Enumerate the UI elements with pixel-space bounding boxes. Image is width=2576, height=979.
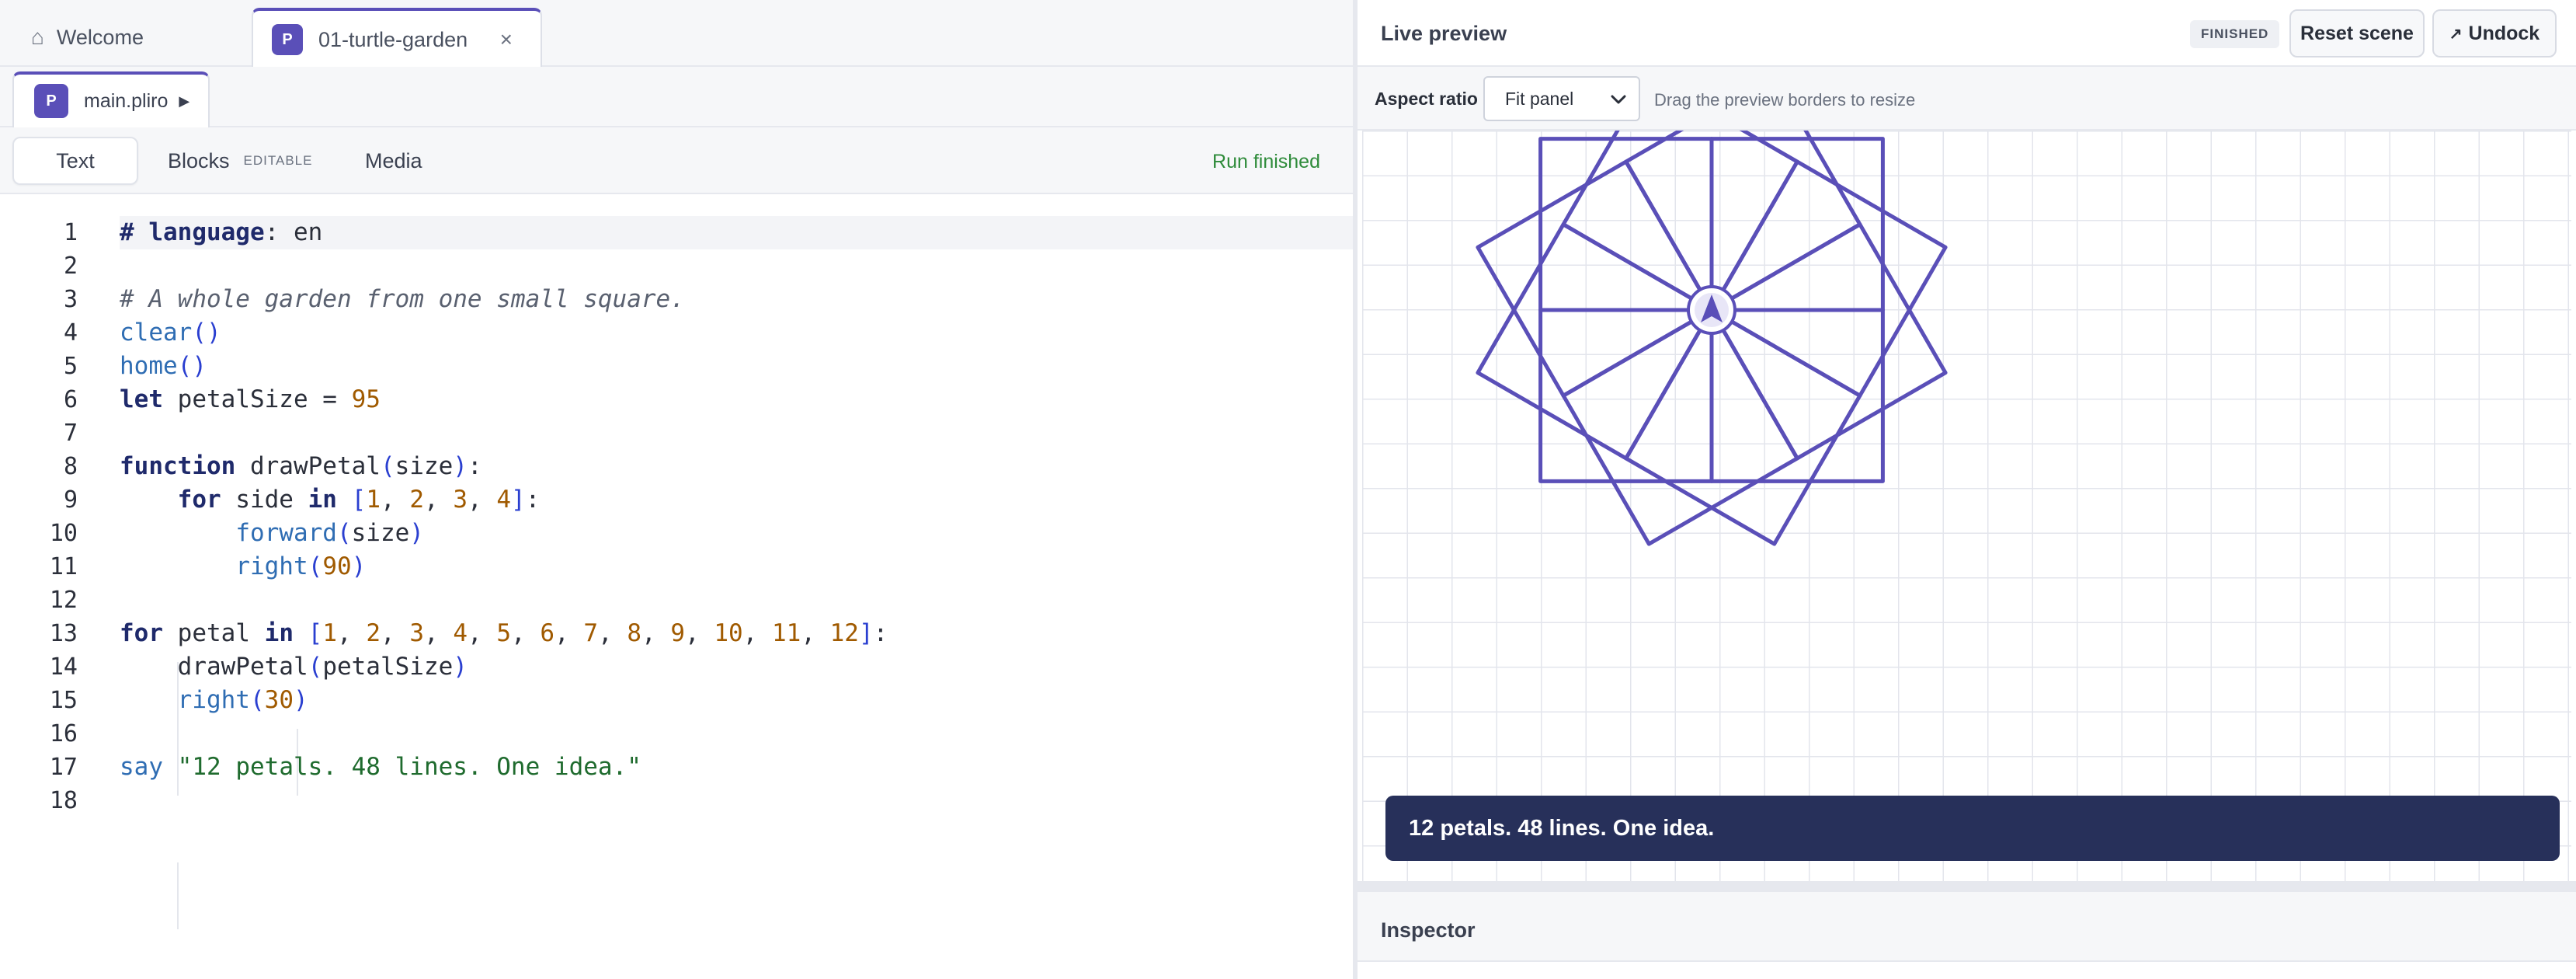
code-area[interactable]: # language: en # A whole garden from one… (120, 194, 1353, 979)
code-line: # language: en (120, 216, 1353, 249)
inspector-title: Inspector (1381, 918, 1476, 942)
inspector-body (1358, 960, 2576, 979)
line-number: 3 (63, 286, 78, 313)
turtle-icon (1687, 285, 1736, 335)
tab-text[interactable]: Text (12, 137, 138, 185)
aspect-ratio-value: Fit panel (1505, 88, 1574, 109)
code-line: # A whole garden from one small square. (120, 285, 685, 313)
reset-scene-label: Reset scene (2300, 22, 2414, 44)
inspector-resize-handle[interactable] (1358, 881, 2576, 892)
petal-square (1624, 308, 1862, 546)
aspect-bar: Aspect ratio Fit panel Drag the preview … (1358, 67, 2576, 131)
line-number: 4 (63, 319, 78, 347)
preview-title: Live preview (1381, 22, 1507, 45)
line-number: 9 (63, 486, 78, 514)
code-line: for petal in [1, 2, 3, 4, 5, 6, 7, 8, 9,… (120, 619, 888, 647)
code-line: say "12 petals. 48 lines. One idea." (120, 753, 641, 781)
line-number: 15 (49, 687, 78, 714)
project-badge-icon: P (272, 24, 303, 55)
preview-pane: Live preview FINISHED Reset scene ↗ Undo… (1358, 0, 2576, 979)
tab-welcome-label: Welcome (56, 25, 144, 49)
preview-header: Live preview FINISHED Reset scene ↗ Undo… (1358, 0, 2576, 67)
run-status: Run finished (1212, 151, 1320, 172)
line-number: 1 (63, 219, 78, 246)
code-line: for side in [1, 2, 3, 4]: (177, 486, 541, 514)
tab-welcome[interactable]: ⌂ Welcome (31, 8, 249, 67)
petal-square (1561, 131, 1799, 312)
undock-label: Undock (2468, 22, 2540, 44)
editor-pane: ⌂ Welcome P 01-turtle-garden × P main.pl… (0, 0, 1353, 979)
line-number: 10 (49, 520, 78, 547)
editable-tag: EDITABLE (243, 153, 313, 168)
file-tab-bar: P main.pliro ▶ (0, 67, 1353, 127)
status-badge: FINISHED (2190, 20, 2280, 48)
line-number: 13 (49, 620, 78, 647)
file-badge-icon: P (34, 84, 68, 118)
undock-button[interactable]: ↗ Undock (2432, 9, 2557, 57)
line-number: 12 (49, 587, 78, 614)
line-number: 14 (49, 653, 78, 681)
preview-canvas[interactable]: 12 petals. 48 lines. One idea. (1362, 131, 2571, 881)
code-line: home() (120, 352, 207, 380)
code-line: drawPetal(petalSize) (120, 653, 468, 681)
editor-mode-bar: Text Blocks EDITABLE Media Run finished (0, 127, 1353, 194)
petal-square (1476, 159, 1714, 398)
home-icon: ⌂ (31, 25, 44, 49)
petal-square (1709, 159, 1948, 398)
say-bubble: 12 petals. 48 lines. One idea. (1385, 796, 2560, 861)
inspector-panel: Inspector (1358, 892, 2576, 979)
file-tab-main[interactable]: P main.pliro ▶ (12, 71, 210, 127)
petal-square (1709, 222, 1948, 461)
tab-blocks-label: Blocks (168, 148, 230, 172)
petal-square (1624, 131, 1862, 312)
aspect-ratio-select[interactable]: Fit panel (1483, 76, 1640, 121)
aspect-hint: Drag the preview borders to resize (1654, 90, 1916, 110)
code-line: let petalSize = 95 (120, 385, 381, 413)
close-icon[interactable]: × (500, 27, 513, 52)
file-name: main.pliro (84, 89, 169, 112)
line-number: 16 (49, 720, 78, 747)
tab-media[interactable]: Media (365, 137, 422, 185)
line-number-gutter: 1 2 3 4 5 6 7 8 9 10 11 12 13 14 15 16 17 18 (0, 194, 120, 979)
indent-guide (177, 862, 179, 929)
line-number: 8 (63, 453, 78, 480)
reset-scene-button[interactable]: Reset scene (2289, 9, 2425, 57)
turtle-drawing (1476, 131, 1948, 546)
code-line: clear() (120, 319, 221, 347)
petal-square (1476, 222, 1714, 461)
aspect-ratio-label: Aspect ratio (1375, 89, 1478, 109)
line-number: 11 (49, 553, 78, 580)
code-editor[interactable]: 1 2 3 4 5 6 7 8 9 10 11 12 13 14 15 16 17 18 # language: … (0, 194, 1353, 979)
line-number: 6 (63, 386, 78, 413)
code-line: right(30) (177, 686, 308, 714)
line-number: 2 (63, 253, 78, 280)
line-number: 7 (63, 420, 78, 447)
code-line: right(90) (235, 552, 367, 580)
code-line: function drawPetal(size): (120, 452, 482, 480)
line-number: 18 (49, 787, 78, 814)
play-icon[interactable]: ▶ (179, 93, 189, 110)
tab-turtle-garden[interactable]: P 01-turtle-garden × (252, 8, 542, 68)
chevron-down-icon (1611, 95, 1626, 104)
line-number: 17 (49, 754, 78, 781)
arrow-up-right-icon: ↗ (2449, 25, 2463, 43)
tab-blocks[interactable]: Blocks EDITABLE (168, 137, 312, 185)
code-line: forward(size) (235, 519, 424, 547)
tab-media-label: Media (365, 148, 422, 172)
petal-square (1561, 308, 1799, 546)
document-tab-bar: ⌂ Welcome P 01-turtle-garden × (0, 0, 1353, 68)
line-number: 5 (63, 353, 78, 380)
tab-text-label: Text (56, 148, 95, 172)
tab-turtle-garden-label: 01-turtle-garden (318, 27, 468, 51)
